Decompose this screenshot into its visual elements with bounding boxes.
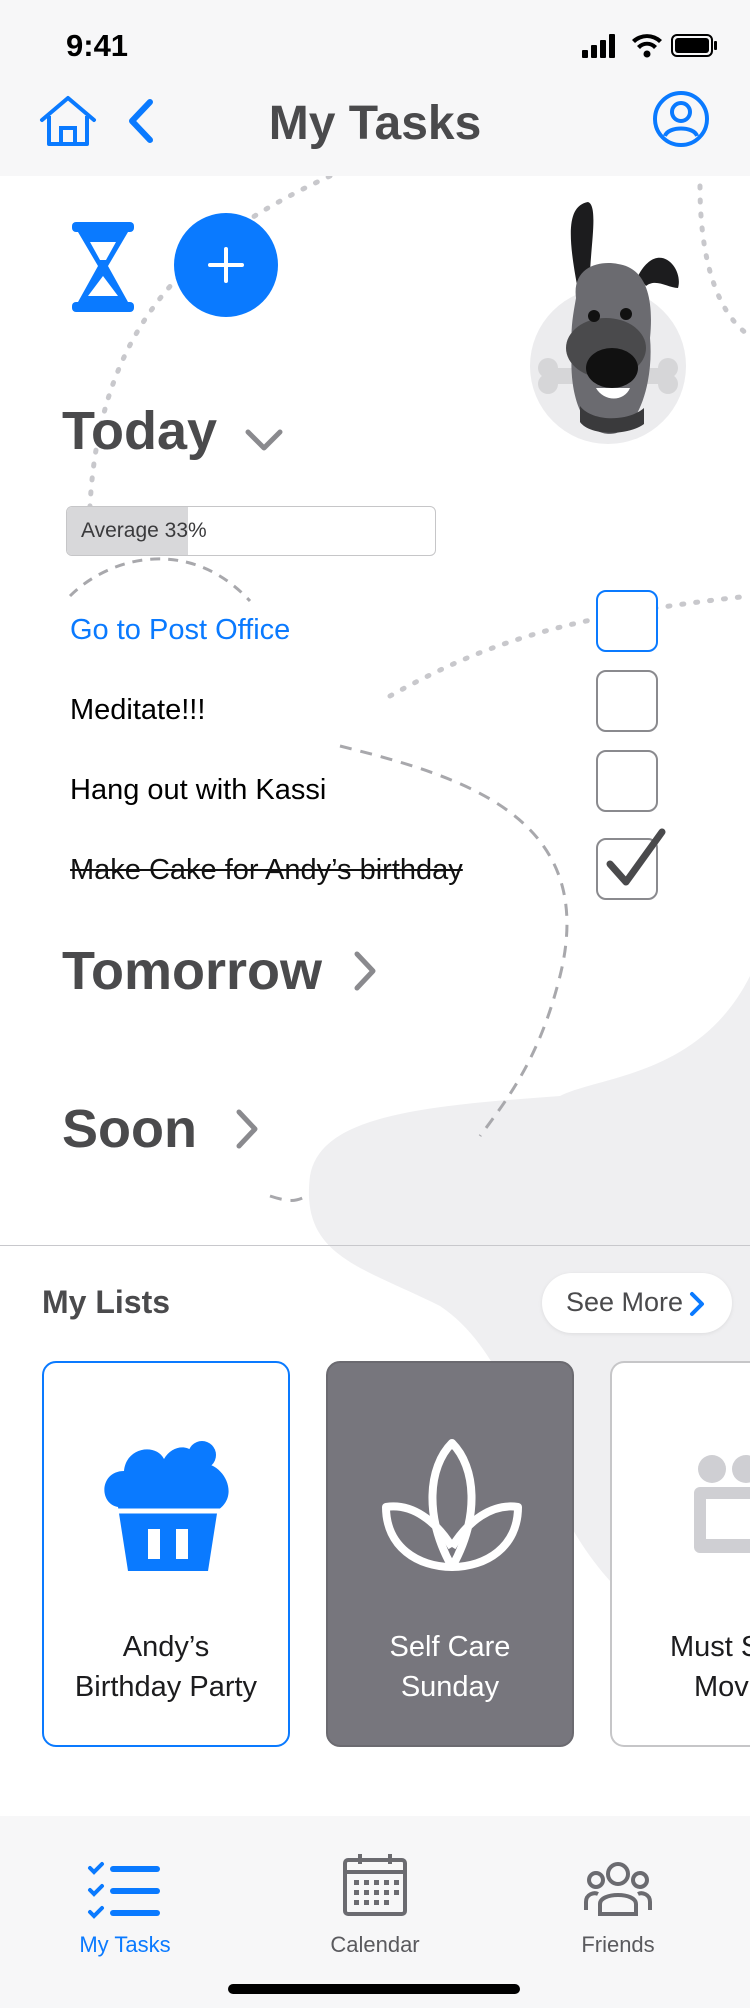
lotus-icon — [382, 1439, 522, 1571]
plus-icon — [208, 247, 244, 283]
list-card-partial[interactable]: Must S Movi — [610, 1361, 750, 1747]
list-card-label-line: Movi — [694, 1671, 750, 1703]
task-label[interactable]: Go to Post Office — [70, 614, 290, 647]
task-label[interactable]: Hang out with Kassi — [70, 774, 326, 807]
home-indicator — [228, 1984, 520, 1994]
chevron-right-icon[interactable] — [234, 1108, 260, 1150]
average-progress-bar: Average 33% — [66, 506, 436, 556]
task-label[interactable]: Make Cake for Andy’s birthday — [70, 854, 463, 887]
task-checkbox[interactable] — [596, 670, 658, 732]
see-more-button[interactable]: See More — [542, 1273, 732, 1333]
checklist-icon[interactable] — [86, 1860, 162, 1920]
status-time: 9:41 — [66, 28, 129, 63]
cellular-signal-icon — [582, 34, 615, 58]
section-today-heading[interactable]: Today — [62, 400, 217, 462]
list-card-label-line: Birthday Party — [74, 1671, 258, 1703]
task-label[interactable]: Meditate!!! — [70, 694, 205, 727]
list-card-label-line: Sunday — [400, 1671, 500, 1703]
wifi-icon — [632, 34, 662, 58]
status-icons — [580, 30, 720, 65]
list-card-label-line: Andy’s — [122, 1631, 210, 1663]
see-more-label: See More — [566, 1287, 684, 1317]
page-title: My Tasks — [268, 97, 482, 150]
list-card[interactable]: Andy’s Birthday Party — [42, 1361, 290, 1747]
list-card-label: Self Care Sunday — [328, 1627, 572, 1707]
friends-icon[interactable] — [584, 1858, 652, 1918]
tab-friends[interactable]: Friends — [538, 1932, 698, 1958]
section-tomorrow-heading[interactable]: Tomorrow — [62, 940, 322, 1002]
clapperboard-icon — [694, 1455, 750, 1553]
task-checkbox-checked[interactable] — [596, 828, 666, 900]
list-card-label-line: Self Care — [389, 1631, 511, 1663]
list-card-label: Andy’s Birthday Party — [44, 1627, 288, 1707]
calendar-icon[interactable] — [342, 1852, 408, 1918]
task-checkbox[interactable] — [596, 590, 658, 652]
list-card[interactable]: Self Care Sunday — [326, 1361, 574, 1747]
task-checkbox[interactable] — [596, 750, 658, 812]
add-task-button[interactable] — [174, 213, 278, 317]
cupcake-icon — [104, 1441, 229, 1571]
tab-my-tasks[interactable]: My Tasks — [45, 1932, 205, 1958]
chevron-right-icon[interactable] — [352, 950, 378, 992]
battery-icon — [671, 34, 717, 57]
chevron-right-icon — [690, 1292, 704, 1316]
divider — [0, 1245, 750, 1246]
list-card-label-line: Must S — [670, 1631, 750, 1663]
hourglass-icon[interactable] — [70, 220, 136, 314]
list-card-label: Must S Movi — [612, 1627, 750, 1707]
profile-icon[interactable] — [652, 90, 710, 148]
section-soon-heading[interactable]: Soon — [62, 1098, 197, 1160]
chevron-down-icon[interactable] — [244, 428, 284, 452]
dog-mascot — [530, 202, 686, 444]
my-lists-title: My Lists — [42, 1284, 171, 1320]
checkmark-icon — [606, 828, 666, 886]
progress-label: Average 33% — [81, 519, 207, 542]
tab-calendar[interactable]: Calendar — [295, 1932, 455, 1958]
